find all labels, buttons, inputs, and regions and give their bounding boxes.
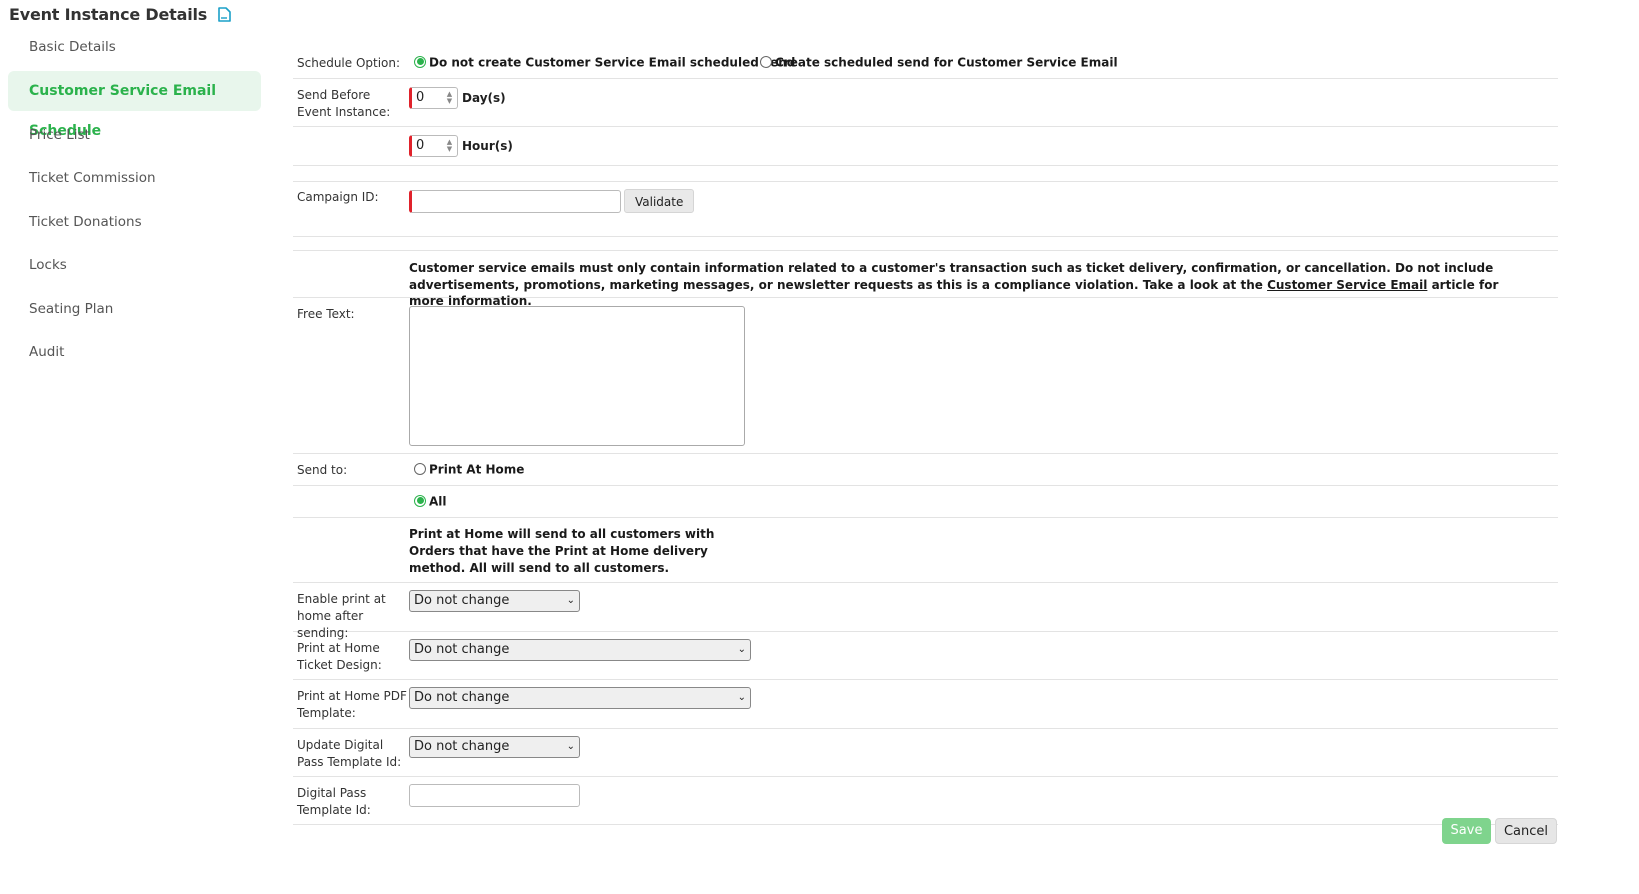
validate-button[interactable]: Validate xyxy=(624,189,695,213)
update-digital-pass-label: Update Digital Pass Template Id: xyxy=(297,738,402,769)
update-digital-pass-row: Update Digital Pass Template Id: Do not … xyxy=(293,729,1558,777)
send-to-label: Send to: xyxy=(297,463,348,477)
free-text-label: Free Text: xyxy=(297,307,355,321)
hours-unit-label: Hour(s) xyxy=(462,139,513,153)
update-digital-pass-select[interactable]: Do not change ⌄ xyxy=(409,736,580,758)
send-before-hours-row: 0 ▲ ▼ Hour(s) xyxy=(293,127,1558,166)
chevron-down-icon: ⌄ xyxy=(737,644,746,655)
cancel-button[interactable]: Cancel xyxy=(1495,818,1557,844)
sidebar-item-audit[interactable]: Audit xyxy=(8,332,261,372)
sidebar-nav: Basic Details Customer Service Email Sch… xyxy=(8,30,261,376)
pah-ticket-design-select[interactable]: Do not change ⌄ xyxy=(409,639,751,661)
pah-pdf-template-select[interactable]: Do not change ⌄ xyxy=(409,687,751,709)
send-before-days-row: Send Before Event Instance: 0 ▲ ▼ Day(s) xyxy=(293,79,1558,127)
chevron-down-icon: ⌄ xyxy=(737,692,746,703)
sidebar-item-price-list[interactable]: Price List xyxy=(8,115,261,155)
chevron-down-icon: ⌄ xyxy=(566,741,575,752)
document-icon[interactable] xyxy=(217,7,231,22)
digital-pass-template-label: Digital Pass Template Id: xyxy=(297,786,371,817)
campaign-id-label: Campaign ID: xyxy=(297,190,379,204)
pah-pdf-template-row: Print at Home PDF Template: Do not chang… xyxy=(293,680,1558,729)
campaign-id-input[interactable] xyxy=(409,189,621,213)
radio-icon[interactable] xyxy=(760,55,772,68)
sidebar-item-ticket-commission[interactable]: Ticket Commission xyxy=(8,158,261,198)
send-to-print-at-home[interactable]: Print At Home xyxy=(414,462,524,477)
send-to-all-row: All xyxy=(293,486,1558,518)
send-to-help-text: Print at Home will send to all customers… xyxy=(409,527,715,575)
page-title-text: Event Instance Details xyxy=(9,5,208,24)
send-to-help-row: Print at Home will send to all customers… xyxy=(293,518,1558,583)
pah-ticket-design-label: Print at Home Ticket Design: xyxy=(297,641,382,672)
sidebar-item-basic-details[interactable]: Basic Details xyxy=(8,30,261,64)
chevron-down-icon: ⌄ xyxy=(566,595,575,606)
save-button[interactable]: Save xyxy=(1442,818,1491,844)
days-unit-label: Day(s) xyxy=(462,91,506,105)
send-before-label: Send Before Event Instance: xyxy=(297,88,391,119)
free-text-area[interactable] xyxy=(409,306,745,446)
customer-service-email-link[interactable]: Customer Service Email xyxy=(1267,278,1427,292)
schedule-option-label: Schedule Option: xyxy=(297,56,401,70)
free-text-row: Free Text: xyxy=(293,298,1558,454)
days-stepper[interactable]: 0 ▲ ▼ xyxy=(409,87,458,109)
radio-icon[interactable] xyxy=(414,494,426,507)
pah-ticket-design-row: Print at Home Ticket Design: Do not chan… xyxy=(293,632,1558,680)
page-title: Event Instance Details xyxy=(9,5,231,24)
enable-pah-row: Enable print at home after sending: Do n… xyxy=(293,583,1558,640)
sidebar-item-ticket-donations[interactable]: Ticket Donations xyxy=(8,202,261,242)
send-to-row: Send to: Print At Home xyxy=(293,454,1558,486)
sidebar-item-customer-service-email-schedule[interactable]: Customer Service Email Schedule xyxy=(8,71,261,139)
schedule-option-create-send[interactable]: Create scheduled send for Customer Servi… xyxy=(760,55,1118,70)
radio-icon[interactable] xyxy=(414,55,426,68)
schedule-option-row: Schedule Option: Do not create Customer … xyxy=(293,50,1558,79)
email-schedule-form: Schedule Option: Do not create Customer … xyxy=(293,50,1558,825)
radio-icon[interactable] xyxy=(414,462,426,475)
digital-pass-template-input[interactable] xyxy=(409,784,580,807)
pah-pdf-template-label: Print at Home PDF Template: xyxy=(297,689,407,720)
compliance-notice-row: Customer service emails must only contai… xyxy=(293,250,1558,308)
hours-stepper[interactable]: 0 ▲ ▼ xyxy=(409,135,458,157)
stepper-arrows-icon[interactable]: ▲ ▼ xyxy=(445,91,454,105)
stepper-arrows-icon[interactable]: ▲ ▼ xyxy=(445,139,454,153)
enable-pah-select[interactable]: Do not change ⌄ xyxy=(409,590,580,612)
digital-pass-template-row: Digital Pass Template Id: xyxy=(293,777,1558,825)
sidebar-item-locks[interactable]: Locks xyxy=(8,245,261,285)
schedule-option-no-send[interactable]: Do not create Customer Service Email sch… xyxy=(414,55,795,70)
sidebar-item-seating-plan[interactable]: Seating Plan xyxy=(8,289,261,329)
campaign-id-row: Campaign ID: Validate xyxy=(293,181,1558,237)
send-to-all[interactable]: All xyxy=(414,494,447,509)
